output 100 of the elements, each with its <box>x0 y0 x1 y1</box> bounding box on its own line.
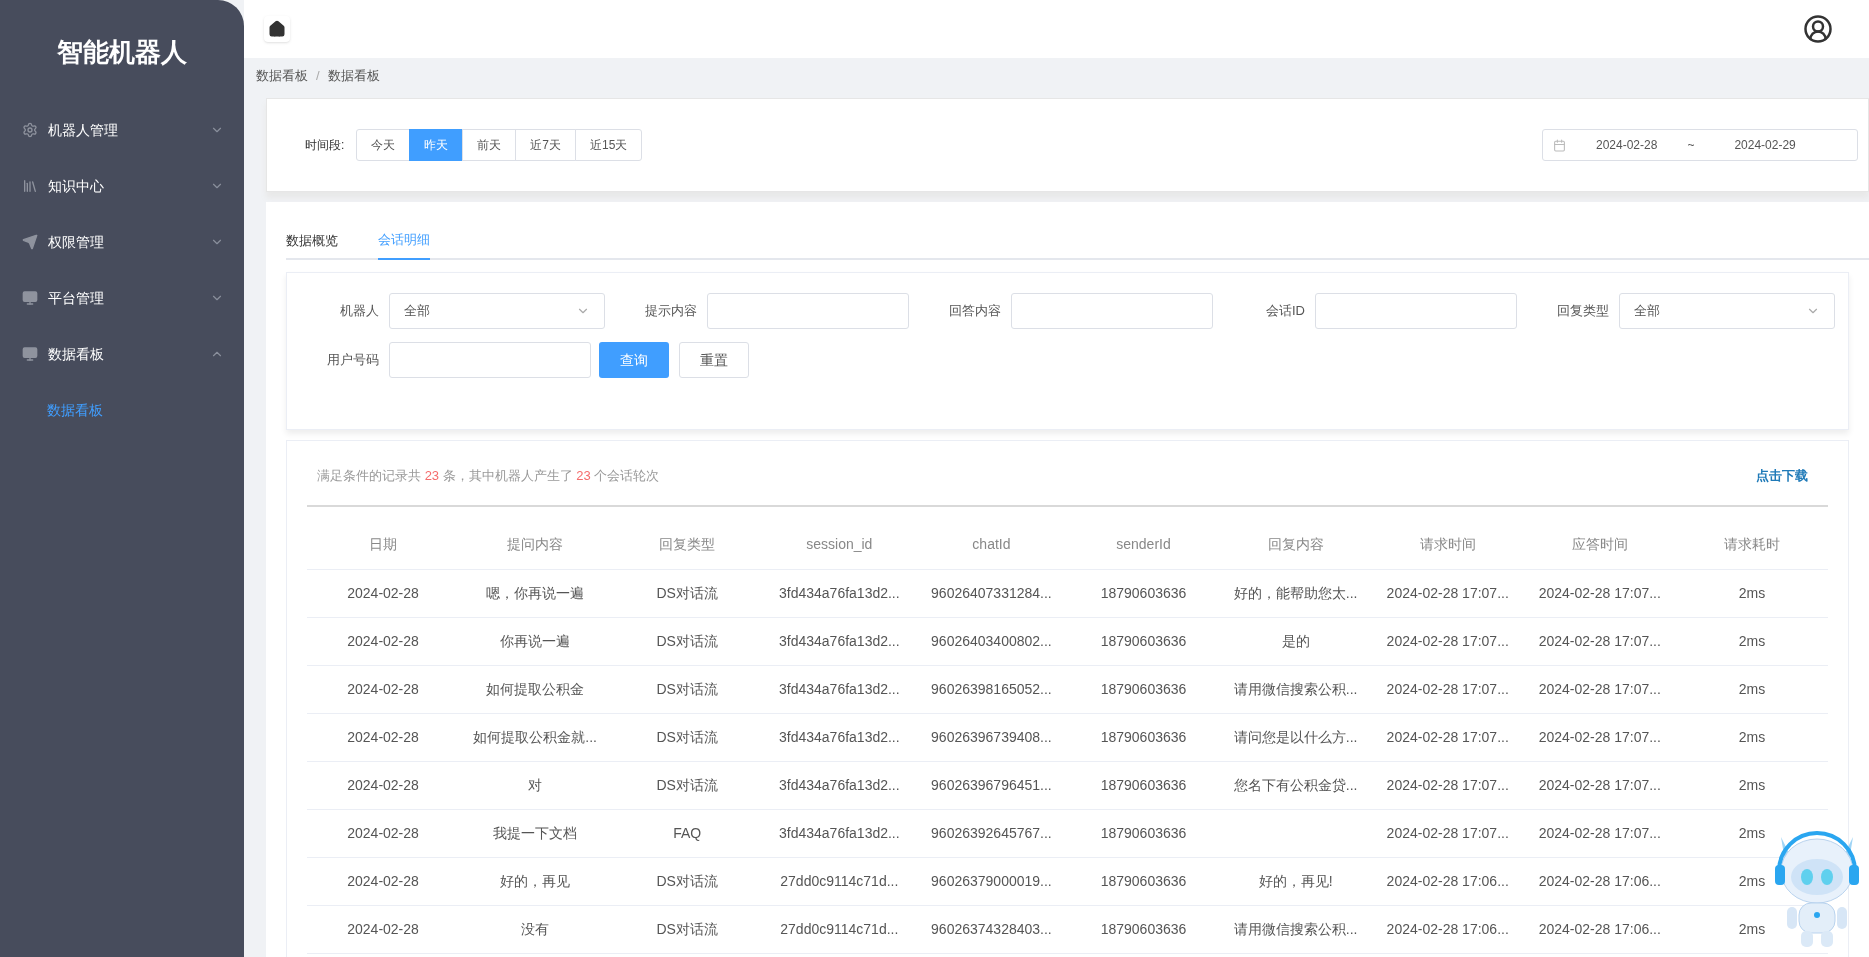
table-cell: 2024-02-28 17:07... <box>1386 776 1509 793</box>
table-cell: 2024-02-28 <box>347 728 419 745</box>
column-header: 请求耗时 <box>1675 521 1828 569</box>
table-cell: 18790603636 <box>1100 680 1187 697</box>
column-header: chatId <box>915 521 1068 569</box>
table-cell: 您名下有公积金贷... <box>1233 776 1358 793</box>
column-header: 请求时间 <box>1371 521 1524 569</box>
table-cell: 2024-02-28 <box>347 584 419 601</box>
user-avatar-icon[interactable] <box>1803 14 1833 44</box>
home-button[interactable] <box>264 16 290 42</box>
table-cell: 2024-02-28 17:07... <box>1538 680 1661 697</box>
table-cell: 2024-02-28 17:07... <box>1538 728 1661 745</box>
menu-icon <box>22 234 38 250</box>
menu-icon <box>22 290 38 306</box>
time-filter-label: 时间段: <box>305 137 345 154</box>
table-cell: 96026403400802... <box>931 632 1052 649</box>
table-cell: 2ms <box>1738 728 1766 745</box>
menu-icon <box>22 346 38 362</box>
filter-label: 用户号码 <box>326 351 379 370</box>
table-cell: 96026379000019... <box>931 872 1052 889</box>
table-cell: 96026398165052... <box>931 680 1052 697</box>
select-field[interactable]: 全部 <box>1619 293 1835 329</box>
table-cell: 对 <box>528 776 543 793</box>
table-cell: 是的 <box>1281 632 1310 649</box>
breadcrumb-separator: / <box>316 67 320 86</box>
table-cell: 96026407331284... <box>931 584 1052 601</box>
time-range-button[interactable]: 今天 <box>356 129 411 161</box>
table-cell: 18790603636 <box>1100 824 1187 841</box>
text-input-field[interactable] <box>707 293 909 329</box>
table-cell: 2ms <box>1738 824 1766 841</box>
table-cell: 2024-02-28 <box>347 872 419 889</box>
table-cell: 2024-02-28 17:07... <box>1386 728 1509 745</box>
table-cell: 如何提取公积金 <box>486 680 585 697</box>
table-cell: 2024-02-28 17:07... <box>1538 776 1661 793</box>
table-cell: 27dd0c9114c71d... <box>780 920 899 937</box>
table-cell: 18790603636 <box>1100 728 1187 745</box>
table-cell: 2024-02-28 17:06... <box>1538 920 1661 937</box>
column-header: 回复内容 <box>1219 521 1372 569</box>
table-cell: 2ms <box>1738 680 1766 697</box>
column-header: 日期 <box>307 521 460 569</box>
table-cell: 2024-02-28 <box>347 632 419 649</box>
table-cell: 2024-02-28 17:06... <box>1386 872 1509 889</box>
sidebar-menu-item[interactable]: 权限管理 <box>0 214 244 270</box>
table-cell: 你再说一遍 <box>500 632 571 649</box>
result-summary: 满足条件的记录共 23 条，其中机器人产生了 23 个会话轮次 <box>317 467 660 486</box>
table-cell: 2024-02-28 17:07... <box>1538 632 1661 649</box>
tab[interactable]: 数据概览 <box>286 222 338 260</box>
app-title: 智能机器人 <box>56 36 188 69</box>
date-range-field[interactable]: 2024-02-28 ~ 2024-02-29 <box>1542 129 1858 161</box>
table-cell: 18790603636 <box>1100 872 1187 889</box>
sidebar-menu-item[interactable]: 机器人管理 <box>0 102 244 158</box>
table-cell: FAQ <box>673 824 702 841</box>
time-range-button[interactable]: 前天 <box>462 129 517 161</box>
table-cell: 2ms <box>1738 872 1766 889</box>
filter-label: 回答内容 <box>948 302 1001 321</box>
table-cell: 18790603636 <box>1100 632 1187 649</box>
table-cell: 2024-02-28 <box>347 824 419 841</box>
table-cell: 2024-02-28 17:07... <box>1386 824 1509 841</box>
text-input-field[interactable] <box>1315 293 1517 329</box>
table-cell: 好的，再见! <box>1258 872 1333 889</box>
table-cell: 96026392645767... <box>931 824 1052 841</box>
sidebar-menu-item[interactable]: 数据看板 <box>0 326 244 382</box>
table-cell: 96026396796451... <box>931 776 1052 793</box>
text-input-field[interactable] <box>389 342 591 378</box>
table-cell: 3fd434a76fa13d2... <box>779 584 900 601</box>
breadcrumb-item[interactable]: 数据看板 <box>256 66 308 86</box>
sidebar-menu-item[interactable]: 平台管理 <box>0 270 244 326</box>
table-cell: 2024-02-28 17:07... <box>1538 584 1661 601</box>
text-input-field[interactable] <box>1011 293 1213 329</box>
filter-label: 机器人 <box>339 302 379 321</box>
time-range-button[interactable]: 近15天 <box>575 129 643 161</box>
table-cell: 2024-02-28 17:07... <box>1386 632 1509 649</box>
download-link[interactable]: 点击下载 <box>1756 466 1808 486</box>
table-cell: 请用微信搜索公积... <box>1233 920 1358 937</box>
table-cell: 18790603636 <box>1100 584 1187 601</box>
table-cell: 2024-02-28 17:07... <box>1538 824 1661 841</box>
table-cell: 2024-02-28 17:07... <box>1386 584 1509 601</box>
end-date: 2024-02-29 <box>1734 137 1796 154</box>
reset-button[interactable]: 重置 <box>679 342 749 378</box>
table-cell: 18790603636 <box>1100 776 1187 793</box>
table-cell: 18790603636 <box>1100 920 1187 937</box>
start-date: 2024-02-28 <box>1596 137 1658 154</box>
select-field[interactable]: 全部 <box>389 293 605 329</box>
table-cell: 2ms <box>1738 632 1766 649</box>
table-cell: DS对话流 <box>656 920 718 937</box>
table-cell: 3fd434a76fa13d2... <box>779 776 900 793</box>
time-range-button[interactable]: 近7天 <box>515 129 577 161</box>
table-cell: 请用微信搜索公积... <box>1233 680 1358 697</box>
table-cell: 2024-02-28 17:06... <box>1386 920 1509 937</box>
filter-label: 会话ID <box>1265 302 1305 321</box>
filter-label: 提示内容 <box>644 302 697 321</box>
table-cell: 3fd434a76fa13d2... <box>779 632 900 649</box>
table-cell: 我提一下文档 <box>493 824 578 841</box>
table-cell: 2024-02-28 17:07... <box>1386 680 1509 697</box>
table-cell: 2024-02-28 <box>347 920 419 937</box>
table-cell: 2ms <box>1738 584 1766 601</box>
sidebar-menu-item[interactable]: 知识中心 <box>0 158 244 214</box>
table-cell: DS对话流 <box>656 632 718 649</box>
table-cell: 好的，能帮助您太... <box>1233 584 1358 601</box>
breadcrumb-item[interactable]: 数据看板 <box>327 66 380 86</box>
